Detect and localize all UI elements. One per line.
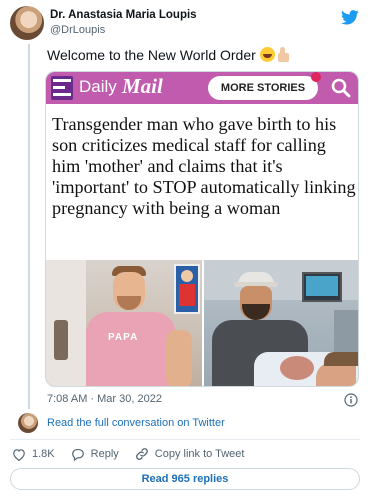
- dailymail-logo-mail: Mail: [122, 74, 163, 98]
- embedded-tweet: Dr. Anastasia Maria Loupis @DrLoupis Wel…: [0, 0, 370, 500]
- dailymail-menu-icon: [51, 76, 73, 100]
- tweet-body: Welcome to the New World Order: [47, 47, 256, 63]
- more-stories-button: MORE STORIES: [208, 76, 318, 100]
- read-replies-button[interactable]: Read 965 replies: [10, 468, 360, 490]
- dailymail-header: Daily Mail MORE STORIES: [46, 72, 358, 104]
- tears-of-joy-emoji-icon: [259, 47, 275, 62]
- shirt-text: PAPA: [108, 332, 139, 343]
- info-icon[interactable]: [344, 393, 358, 407]
- copy-link-button[interactable]: Copy link to Tweet: [135, 447, 245, 461]
- article-headline: Transgender man who gave birth to his so…: [52, 114, 356, 218]
- author-handle[interactable]: @DrLoupis: [50, 24, 105, 36]
- tweet-text: Welcome to the New World Order: [47, 47, 290, 63]
- like-count: 1.8K: [32, 448, 55, 460]
- photo-man-with-newborn: [204, 260, 358, 386]
- tweet-actions: 1.8K Reply Copy link to Tweet: [12, 446, 260, 462]
- article-photos: PAPA: [46, 260, 358, 386]
- dailymail-logo-daily: Daily: [79, 77, 117, 96]
- heart-icon: [13, 448, 25, 461]
- thumbs-up-emoji-icon: [277, 47, 290, 62]
- copy-link-label: Copy link to Tweet: [154, 448, 245, 460]
- author-avatar-small[interactable]: [18, 413, 38, 433]
- reply-label: Reply: [90, 448, 119, 460]
- divider: [10, 439, 360, 440]
- search-icon: [331, 78, 351, 98]
- link-icon: [135, 448, 148, 460]
- tweet-timestamp[interactable]: 7:08 AM · Mar 30, 2022: [47, 393, 162, 405]
- thread-line: [28, 44, 30, 409]
- reply-icon: [71, 448, 84, 461]
- like-button[interactable]: 1.8K: [12, 448, 55, 461]
- twitter-bird-icon[interactable]: [341, 10, 359, 25]
- read-conversation-link[interactable]: Read the full conversation on Twitter: [47, 417, 225, 429]
- author-avatar[interactable]: [10, 6, 44, 40]
- notification-dot: [311, 72, 321, 82]
- reply-button[interactable]: Reply: [71, 448, 119, 461]
- photo-man-pink-shirt: PAPA: [46, 260, 202, 386]
- article-screenshot[interactable]: Daily Mail MORE STORIES Transgender man …: [45, 71, 359, 387]
- author-name[interactable]: Dr. Anastasia Maria Loupis: [50, 9, 197, 21]
